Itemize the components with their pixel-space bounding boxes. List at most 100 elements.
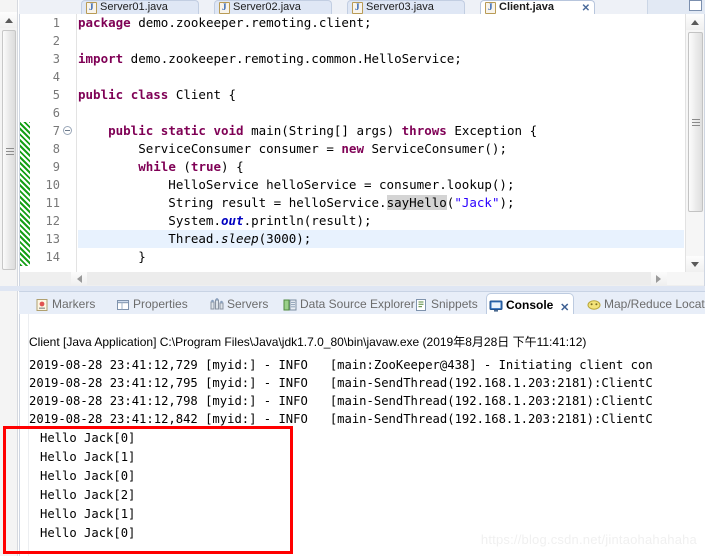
code-line: import demo.zookeeper.remoting.common.He… — [78, 51, 462, 66]
editor-vertical-scrollbar[interactable] — [685, 14, 704, 272]
console-log-line: 2019-08-28 23:41:12,798 [myid:] - INFO [… — [29, 394, 653, 408]
line-number: 2 — [52, 34, 60, 48]
line-number: 14 — [45, 250, 60, 264]
code-line: while (true) { — [138, 159, 244, 174]
console-output-line: Hello Jack[1] — [40, 450, 136, 464]
scroll-up-arrow-icon[interactable] — [0, 12, 17, 28]
tab-label: Map/Reduce Locations — [604, 297, 705, 311]
view-tab-bar: Markers Properties Servers Data Source E… — [19, 291, 705, 315]
code-line: System.out.println(result); — [78, 213, 372, 228]
java-file-icon — [86, 1, 97, 14]
tab-label: Console — [506, 298, 554, 312]
console-output-line: Hello Jack[1] — [40, 507, 136, 521]
properties-icon — [116, 297, 130, 311]
code-line-highlighted: Thread.sleep(3000); — [78, 230, 684, 248]
editor-tab-label: Server01.java — [100, 1, 168, 13]
console-output-line: Hello Jack[0] — [40, 526, 136, 540]
editor-tab-overflow-area — [647, 0, 705, 14]
console-launch-header: Client [Java Application] C:\Program Fil… — [29, 335, 587, 349]
console-output-line: Hello Jack[0] — [40, 469, 136, 483]
console-log-line: 2019-08-28 23:41:12,842 [myid:] - INFO [… — [29, 412, 653, 426]
mapreduce-icon — [587, 297, 601, 311]
code-line: public static void main(String[] args) t… — [108, 123, 538, 138]
line-number: 12 — [45, 214, 60, 228]
console-output-line: Hello Jack[2] — [40, 488, 136, 502]
editor-tab-label: Server03.java — [366, 1, 434, 13]
scroll-right-arrow-icon[interactable] — [651, 272, 667, 285]
line-number-gutter: 1 2 3 4 5 6 7 8 9 10 11 12 13 14 — [20, 14, 72, 272]
line-number: 5 — [52, 88, 60, 102]
outer-left-scrollbar[interactable] — [0, 0, 18, 290]
scrollbar-thumb[interactable] — [688, 32, 703, 212]
tab-servers[interactable]: Servers — [208, 293, 268, 315]
editor-tab-bar: Server01.java Server02.java Server03.jav… — [19, 0, 705, 14]
code-line: ServiceConsumer consumer = new ServiceCo… — [78, 141, 507, 156]
scrollbar-grip-icon — [6, 148, 14, 155]
eclipse-ide-window: Server01.java Server02.java Server03.jav… — [0, 0, 705, 556]
code-line: HelloService helloService = consumer.loo… — [78, 177, 515, 192]
tab-data-source-explorer[interactable]: Data Source Explorer — [281, 293, 415, 315]
line-number: 4 — [52, 70, 60, 84]
tab-snippets[interactable]: Snippets — [412, 293, 478, 315]
java-file-icon — [352, 1, 363, 14]
line-number: 8 — [52, 142, 60, 156]
tab-label: Markers — [52, 297, 96, 311]
console-log-line: 2019-08-28 23:41:12,729 [myid:] - INFO [… — [29, 358, 653, 372]
editor-tab-server01[interactable]: Server01.java — [81, 0, 199, 14]
code-line: } — [78, 249, 146, 264]
console-icon — [489, 298, 503, 312]
watermark-text: https://blog.csdn.net/jintaohahahaha — [480, 532, 697, 547]
console-log-line: 2019-08-28 23:41:12,795 [myid:] - INFO [… — [29, 376, 653, 390]
fold-collapse-icon[interactable] — [63, 126, 72, 135]
code-text-area[interactable]: package demo.zookeeper.remoting.client; … — [78, 14, 684, 272]
line-number: 7 — [52, 124, 60, 138]
code-line: package demo.zookeeper.remoting.client; — [78, 15, 372, 30]
code-editor[interactable]: 1 2 3 4 5 6 7 8 9 10 11 12 13 14 package… — [19, 14, 705, 272]
scrollbar-track[interactable] — [87, 272, 651, 285]
console-left-scrollbar[interactable] — [0, 291, 18, 556]
tab-map-reduce-locations[interactable]: Map/Reduce Locations — [585, 293, 705, 315]
line-number: 6 — [52, 106, 60, 120]
editor-tab-label: Server02.java — [233, 1, 301, 13]
markers-icon — [35, 297, 49, 311]
editor-tab-label: Client.java — [499, 1, 555, 13]
java-file-icon — [485, 1, 496, 14]
code-line: public class Client { — [78, 87, 237, 102]
editor-tab-client[interactable]: Client.java ✕ — [480, 0, 595, 14]
console-output-line: Hello Jack[0] — [40, 431, 136, 445]
tab-label: Snippets — [431, 297, 478, 311]
editor-tab-server02[interactable]: Server02.java — [214, 0, 332, 14]
scroll-down-arrow-icon[interactable] — [686, 256, 704, 272]
tab-properties[interactable]: Properties — [114, 293, 188, 315]
line-number: 1 — [52, 16, 60, 30]
snippets-icon — [414, 297, 428, 311]
tab-label: Properties — [133, 297, 188, 311]
code-editor-viewport: 1 2 3 4 5 6 7 8 9 10 11 12 13 14 package… — [20, 14, 684, 272]
maximize-button[interactable] — [689, 0, 702, 11]
scrollbar-thumb[interactable] — [2, 30, 16, 270]
close-icon[interactable]: ✕ — [582, 2, 590, 14]
scroll-up-arrow-icon[interactable] — [686, 14, 704, 30]
tab-label: Servers — [227, 297, 269, 311]
line-number: 3 — [52, 52, 60, 66]
gutter-separator — [76, 14, 77, 272]
java-file-icon — [219, 1, 230, 14]
servers-icon — [210, 297, 224, 311]
console-panel[interactable]: Client [Java Application] C:\Program Fil… — [19, 314, 705, 556]
data-source-icon — [283, 297, 297, 311]
scroll-left-arrow-icon[interactable] — [71, 272, 87, 285]
line-number: 11 — [45, 196, 60, 210]
editor-tab-server03[interactable]: Server03.java — [347, 0, 465, 14]
line-number: 10 — [45, 178, 60, 192]
line-number: 9 — [52, 160, 60, 174]
scrollbar-corner — [667, 272, 704, 285]
scrollbar-grip-icon — [692, 119, 700, 127]
console-margin — [20, 314, 29, 556]
tab-console[interactable]: Console ✕ — [486, 293, 575, 315]
tab-markers[interactable]: Markers — [33, 293, 95, 315]
code-line: String result = helloService.sayHello("J… — [78, 195, 515, 210]
editor-horizontal-scrollbar[interactable] — [19, 272, 705, 286]
